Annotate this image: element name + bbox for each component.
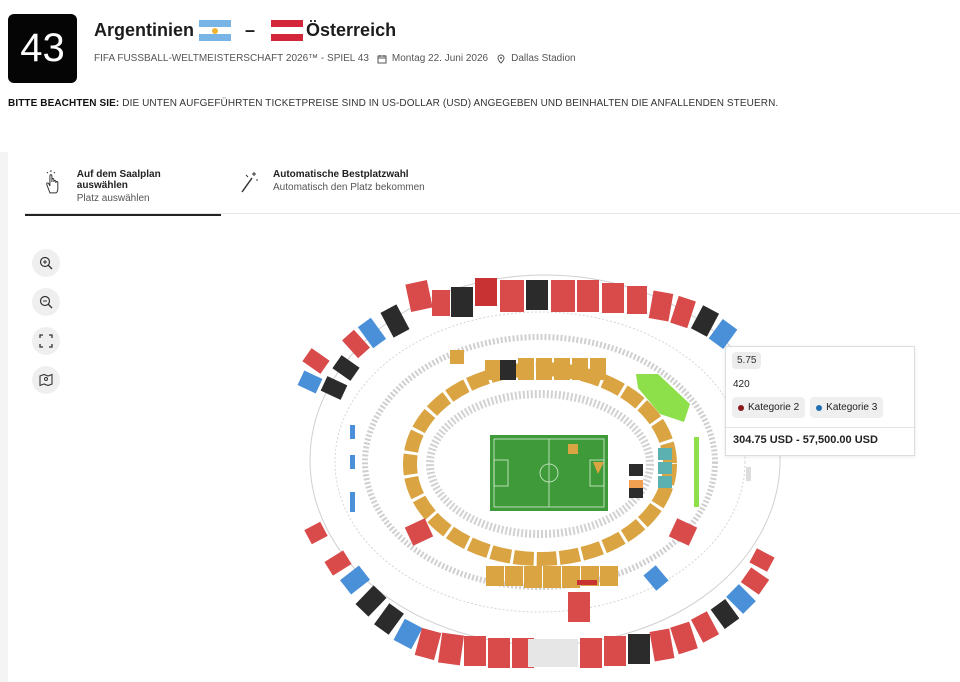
seat-section[interactable] <box>658 462 672 474</box>
seat-section[interactable] <box>690 611 720 643</box>
seat-section[interactable] <box>536 358 552 380</box>
tooltip-price-range: 304.75 USD - 57,500.00 USD <box>733 434 878 446</box>
seat-section[interactable] <box>670 621 698 655</box>
seat-section[interactable] <box>746 467 751 481</box>
seat-section[interactable] <box>524 566 542 588</box>
seat-section[interactable] <box>577 280 599 312</box>
notice-text: DIE UNTEN AUFGEFÜHRTEN TICKETPREISE SIND… <box>122 98 779 109</box>
match-date: Montag 22. Juni 2026 <box>391 53 489 64</box>
seat-section[interactable] <box>577 580 597 585</box>
seat-section[interactable] <box>304 521 328 545</box>
price-notice: BITTE BEACHTEN SIE: DIE UNTEN AUFGEFÜHRT… <box>8 98 778 109</box>
seat-section[interactable] <box>643 565 669 591</box>
seat-section[interactable] <box>450 350 464 364</box>
seat-section[interactable] <box>604 636 626 666</box>
argentina-flag-icon <box>199 19 232 41</box>
seat-section[interactable] <box>628 634 650 664</box>
team-separator: – <box>245 19 256 40</box>
seat-section[interactable] <box>438 632 464 666</box>
seat-section[interactable] <box>551 280 575 312</box>
seat-section[interactable] <box>380 304 410 338</box>
seat-section[interactable] <box>432 290 450 316</box>
seat-section[interactable] <box>475 278 497 306</box>
seat-section[interactable] <box>355 585 387 617</box>
match-header: 43 Argentinien – Österreich FIFA FUSSBAL… <box>0 0 960 152</box>
seat-section[interactable] <box>486 566 504 586</box>
seat-section[interactable] <box>629 488 643 498</box>
competition-label: FIFA FUSSBALL-WELTMEISTERSCHAFT 2026™ - … <box>94 53 369 64</box>
category-badge-3: Kategorie 3 <box>810 397 884 418</box>
seat-section[interactable] <box>302 348 330 374</box>
seat-section[interactable] <box>600 566 618 586</box>
match-venue: Dallas Stadion <box>511 53 576 64</box>
match-meta: FIFA FUSSBALL-WELTMEISTERSCHAFT 2026™ - … <box>94 53 576 64</box>
seat-section[interactable] <box>464 636 486 666</box>
seat-section[interactable] <box>602 283 624 313</box>
seat-section[interactable] <box>590 358 606 380</box>
austria-flag-icon <box>271 19 304 41</box>
seat-section[interactable] <box>572 358 588 380</box>
location-pin-icon <box>496 54 506 64</box>
seat-section[interactable] <box>627 286 647 314</box>
seat-section[interactable] <box>554 358 570 380</box>
seat-section[interactable] <box>405 280 433 312</box>
seat-section[interactable] <box>332 355 360 381</box>
seat-section[interactable] <box>568 592 590 622</box>
seat-section[interactable] <box>500 360 516 380</box>
seat-section[interactable] <box>485 360 501 380</box>
category-label: Kategorie 2 <box>748 402 800 413</box>
seat-section[interactable] <box>694 437 699 507</box>
seat-section[interactable] <box>526 280 548 310</box>
seat-section[interactable] <box>505 566 523 586</box>
category-label: Kategorie 3 <box>826 402 878 413</box>
category-badge-2: Kategorie 2 <box>732 397 806 418</box>
seat-section[interactable] <box>658 448 672 460</box>
seat-section[interactable] <box>528 639 578 667</box>
calendar-icon <box>377 54 387 64</box>
seat-section[interactable] <box>543 566 561 588</box>
seat-section[interactable] <box>500 280 524 312</box>
seat-section[interactable] <box>518 358 534 380</box>
tooltip-divider <box>726 427 914 428</box>
seat-section[interactable] <box>568 444 578 454</box>
tooltip-price: 5.75 <box>732 352 762 369</box>
seat-section[interactable] <box>749 548 775 572</box>
tooltip-categories: Kategorie 2 Kategorie 3 <box>732 397 884 418</box>
seat-section[interactable] <box>324 550 352 576</box>
match-number: 43 <box>8 14 77 83</box>
seat-section[interactable] <box>658 476 672 488</box>
seat-section[interactable] <box>350 425 355 439</box>
notice-label: BITTE BEACHTEN SIE: <box>8 98 120 109</box>
section-tooltip: 5.75 420 Kategorie 2 Kategorie 3 304.75 … <box>725 346 915 456</box>
seat-section[interactable] <box>580 638 602 668</box>
seat-section[interactable] <box>350 455 355 469</box>
seat-section[interactable] <box>629 464 643 476</box>
seat-section[interactable] <box>488 638 510 668</box>
seat-selection-panel: Auf dem Saalplan auswählen Platz auswähle… <box>8 152 960 682</box>
seat-section[interactable] <box>350 492 355 512</box>
category-dot-icon <box>738 404 744 411</box>
category-dot-icon <box>816 404 823 411</box>
match-teams: Argentinien – Österreich <box>94 19 396 41</box>
tooltip-seat-count: 420 <box>733 379 750 390</box>
seat-section[interactable] <box>340 565 370 595</box>
seat-section[interactable] <box>649 628 675 662</box>
team-home: Argentinien <box>94 19 195 40</box>
seat-section[interactable] <box>451 287 473 317</box>
seat-section[interactable] <box>297 370 323 394</box>
team-away: Österreich <box>306 19 397 40</box>
seat-section[interactable] <box>670 295 696 329</box>
